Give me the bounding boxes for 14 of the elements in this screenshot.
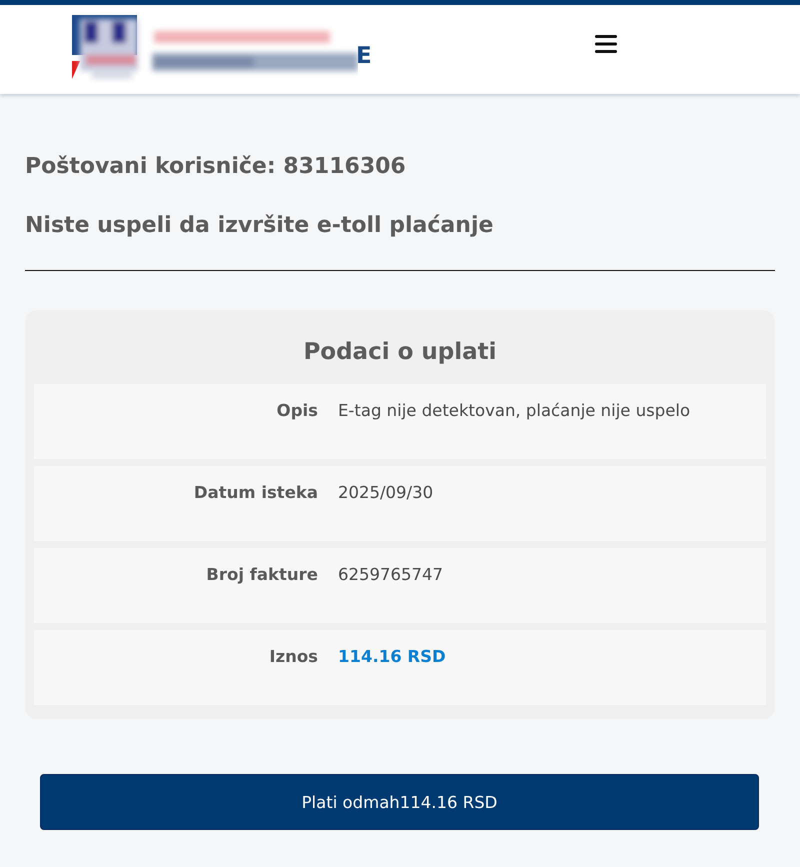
detail-label: Broj fakture	[206, 564, 318, 586]
detail-value: 6259765747	[338, 564, 443, 586]
logo-letter: E	[356, 45, 372, 68]
greeting-heading: Poštovani korisniče: 83116306	[25, 153, 407, 181]
menu-icon	[594, 34, 617, 54]
card-title: Podaci o uplati	[303, 338, 497, 367]
detail-label: Opis	[276, 400, 318, 422]
error-message: Niste uspeli da izvršite e-toll plaćanje	[25, 212, 494, 240]
detail-value: 2025/09/30	[338, 482, 434, 504]
detail-label: Iznos	[269, 646, 318, 668]
pay-now-button[interactable]: Plati odmah114.16 RSD	[40, 774, 759, 830]
detail-value: E-tag nije detektovan, plaćanje nije uspelo	[338, 400, 690, 422]
detail-label: Datum isteka	[194, 482, 318, 504]
amount-value: 114.16 RSD	[338, 646, 446, 668]
